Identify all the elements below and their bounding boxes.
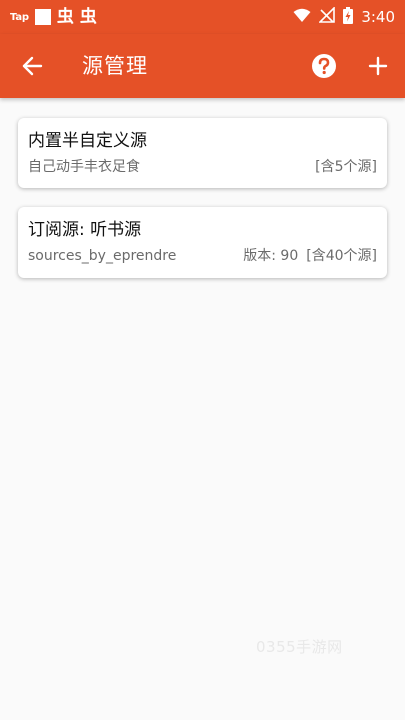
source-card[interactable]: 订阅源: 听书源 sources_by_eprendre 版本: 90 [含40…	[18, 207, 387, 278]
source-card[interactable]: 内置半自定义源 自己动手丰衣足食 [含5个源]	[18, 118, 387, 188]
carrier-label: Tap	[10, 11, 29, 23]
notification-square-icon	[34, 9, 51, 25]
app-bar: 源管理	[0, 34, 405, 98]
wifi-icon	[293, 8, 311, 27]
back-button[interactable]	[14, 48, 50, 84]
signal-off-icon	[318, 6, 336, 27]
help-icon	[312, 54, 336, 78]
status-bar: Tap 虫 虫 3:40	[0, 0, 405, 34]
add-icon	[368, 56, 388, 76]
add-source-button[interactable]	[360, 48, 396, 84]
source-name: 内置半自定义源	[28, 131, 147, 151]
bug-icon: 虫	[56, 6, 74, 27]
battery-icon	[343, 6, 354, 28]
help-button[interactable]	[306, 48, 342, 84]
source-count: [含40个源]	[306, 248, 377, 264]
page-title: 源管理	[82, 54, 148, 78]
back-arrow-icon	[22, 56, 43, 76]
source-description: sources_by_eprendre	[28, 248, 177, 264]
source-name: 订阅源: 听书源	[28, 220, 142, 240]
watermark: 0355手游网	[256, 638, 343, 656]
status-time: 3:40	[361, 8, 395, 26]
status-left: Tap 虫 虫	[10, 6, 97, 28]
source-count: [含5个源]	[315, 159, 377, 175]
source-meta: 版本: 90 [含40个源]	[243, 246, 377, 266]
source-description: 自己动手丰衣足食	[28, 159, 140, 175]
source-version: 版本: 90	[243, 248, 299, 264]
status-right: 3:40	[293, 6, 395, 28]
source-meta: [含5个源]	[315, 157, 377, 177]
bug-icon: 虫	[79, 6, 97, 27]
